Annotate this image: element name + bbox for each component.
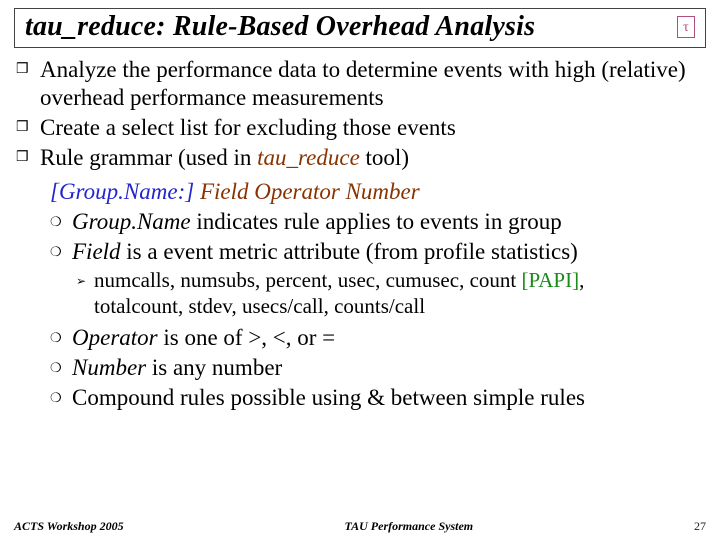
sub-2-desc: is a event metric attribute (from profil…: [121, 239, 578, 264]
bullet-1-text: Analyze the performance data to determin…: [40, 56, 706, 112]
metrics-1a: numcalls, numsubs, percent, usec, cumuse…: [94, 268, 521, 292]
square-bullet-icon: ❒: [14, 144, 40, 172]
syntax-group: [Group.Name:]: [50, 179, 200, 204]
circle-bullet-icon: ❍: [50, 324, 72, 352]
arrow-bullet-icon: ➢: [76, 268, 94, 319]
sub-num-text: Number is any number: [72, 354, 282, 382]
footer: ACTS Workshop 2005 TAU Performance Syste…: [0, 519, 720, 534]
footer-left: ACTS Workshop 2005: [14, 519, 124, 534]
slide-title: tau_reduce: Rule-Based Overhead Analysis: [25, 11, 535, 43]
metrics-1c: ,: [579, 268, 584, 292]
bullet-1: ❒ Analyze the performance data to determ…: [14, 56, 706, 112]
sub-compound: ❍ Compound rules possible using & betwee…: [50, 384, 706, 412]
syntax-line: [Group.Name:] Field Operator Number: [50, 178, 706, 206]
sub-1: ❍ Group.Name indicates rule applies to e…: [50, 208, 706, 236]
metrics-line: ➢ numcalls, numsubs, percent, usec, cumu…: [76, 268, 706, 319]
page-number: 27: [694, 519, 706, 534]
bullet-3-post: tool): [360, 145, 409, 170]
syntax-rest: Field Operator Number: [200, 179, 420, 204]
op-term: Operator: [72, 325, 158, 350]
num-desc: is any number: [146, 355, 282, 380]
sub-op-text: Operator is one of >, <, or =: [72, 324, 335, 352]
circle-bullet-icon: ❍: [50, 384, 72, 412]
num-term: Number: [72, 355, 146, 380]
metrics-2: totalcount, stdev, usecs/call, counts/ca…: [94, 294, 584, 320]
bullet-2-text: Create a select list for excluding those…: [40, 114, 456, 142]
sub-1-desc: indicates rule applies to events in grou…: [191, 209, 562, 234]
sub-2: ❍ Field is a event metric attribute (fro…: [50, 238, 706, 266]
tool-name: tau_reduce: [257, 145, 360, 170]
circle-bullet-icon: ❍: [50, 354, 72, 382]
sub-num: ❍ Number is any number: [50, 354, 706, 382]
square-bullet-icon: ❒: [14, 56, 40, 112]
square-bullet-icon: ❒: [14, 114, 40, 142]
sub-op: ❍ Operator is one of >, <, or =: [50, 324, 706, 352]
slide-body: ❒ Analyze the performance data to determ…: [14, 56, 706, 412]
sub-1-term: Group.Name: [72, 209, 191, 234]
footer-center: TAU Performance System: [344, 519, 473, 534]
bullet-3-pre: Rule grammar (used in: [40, 145, 257, 170]
sub-compound-text: Compound rules possible using & between …: [72, 384, 585, 412]
circle-bullet-icon: ❍: [50, 208, 72, 236]
op-desc: is one of >, <, or =: [158, 325, 336, 350]
metrics-text: numcalls, numsubs, percent, usec, cumuse…: [94, 268, 584, 319]
title-box: tau_reduce: Rule-Based Overhead Analysis…: [14, 8, 706, 48]
bullet-2: ❒ Create a select list for excluding tho…: [14, 114, 706, 142]
bullet-3: ❒ Rule grammar (used in tau_reduce tool): [14, 144, 706, 172]
bullet-3-text: Rule grammar (used in tau_reduce tool): [40, 144, 409, 172]
tau-logo-icon: τ: [677, 16, 695, 38]
circle-bullet-icon: ❍: [50, 238, 72, 266]
sub-1-text: Group.Name indicates rule applies to eve…: [72, 208, 562, 236]
sub-2-term: Field: [72, 239, 121, 264]
metrics-papi: [PAPI]: [521, 268, 579, 292]
sub-2-text: Field is a event metric attribute (from …: [72, 238, 578, 266]
